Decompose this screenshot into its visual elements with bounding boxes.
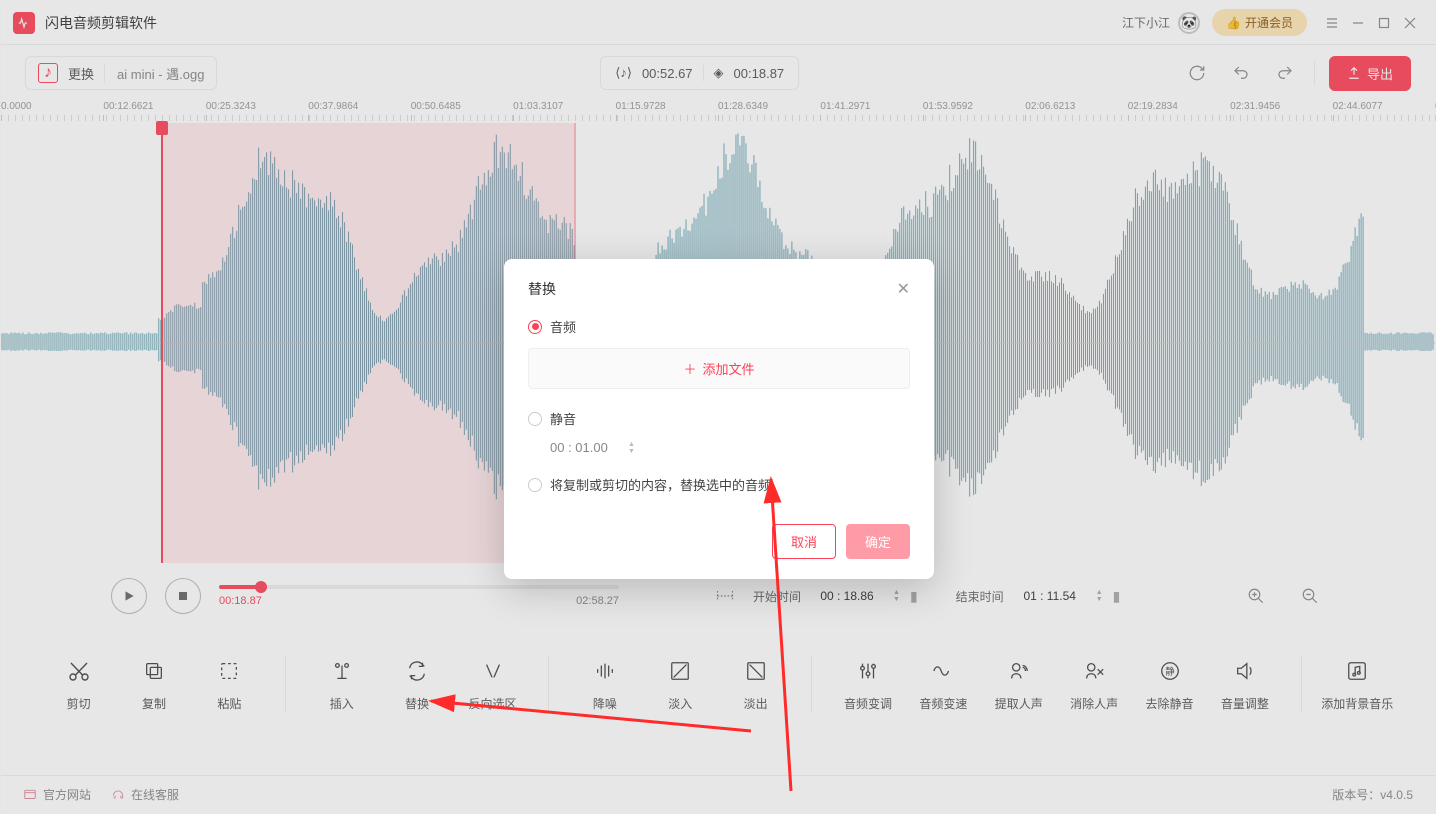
vip-button[interactable]: 👍 开通会员 bbox=[1212, 9, 1307, 36]
remove-silence-icon: 静 bbox=[1159, 657, 1181, 685]
scissors-icon bbox=[67, 657, 91, 685]
tool-fadein[interactable]: 淡入 bbox=[643, 657, 718, 712]
support-link[interactable]: 在线客服 bbox=[111, 786, 179, 803]
replace-modal: 替换 ✕ 音频 ＋ 添加文件 静音 ▲▼ 将复制或剪切的内容，替换选中的音频 取… bbox=[504, 259, 934, 579]
time-indicator: ⟨♪⟩ 00:52.67 ◈ 00:18.87 bbox=[600, 56, 799, 90]
duration-icon: ⟨♪⟩ bbox=[615, 65, 632, 81]
zoom-out-icon[interactable] bbox=[1295, 581, 1325, 611]
end-time-label: 结束时间 bbox=[956, 588, 1004, 605]
fadein-icon bbox=[669, 657, 691, 685]
svg-text:静: 静 bbox=[1165, 665, 1174, 676]
tool-extract-vocal[interactable]: 提取人声 bbox=[981, 657, 1056, 712]
app-title: 闪电音频剪辑软件 bbox=[45, 13, 157, 33]
tool-fadeout[interactable]: 淡出 bbox=[718, 657, 793, 712]
user-name: 江下小江 bbox=[1122, 14, 1170, 31]
total-time: 02:58.27 bbox=[576, 595, 619, 607]
fadeout-icon bbox=[745, 657, 767, 685]
export-label: 导出 bbox=[1367, 64, 1393, 83]
music-note-icon: ♪ bbox=[38, 63, 58, 83]
user-avatar[interactable]: 🐼 bbox=[1178, 12, 1200, 34]
start-spinner[interactable]: ▲▼ bbox=[893, 589, 900, 603]
tool-strip: 剪切 复制 粘贴 插入 替换 反向选区 降噪 淡入 淡出 音频变调 音频变速 提… bbox=[1, 629, 1435, 739]
close-icon[interactable] bbox=[1397, 10, 1423, 36]
radio-icon bbox=[528, 478, 542, 492]
radio-icon bbox=[528, 320, 542, 334]
playhead[interactable] bbox=[161, 123, 163, 563]
time-ruler[interactable]: 0.000000:12.662100:25.324300:37.986400:5… bbox=[1, 101, 1435, 123]
silence-duration-input[interactable] bbox=[550, 440, 620, 455]
tool-insert[interactable]: 插入 bbox=[304, 657, 379, 712]
invert-icon bbox=[482, 657, 504, 685]
app-logo bbox=[13, 12, 35, 34]
tool-denoise[interactable]: 降噪 bbox=[567, 657, 642, 712]
marker-icon: ◈ bbox=[714, 65, 724, 81]
vip-label: 开通会员 bbox=[1245, 14, 1293, 31]
tool-volume[interactable]: 音量调整 bbox=[1207, 657, 1282, 712]
top-toolbar: ♪ 更换 ai mini - 遇.ogg ⟨♪⟩ 00:52.67 ◈ 00:1… bbox=[1, 45, 1435, 101]
titlebar: 闪电音频剪辑软件 江下小江 🐼 👍 开通会员 bbox=[1, 1, 1435, 45]
tool-remove-vocal[interactable]: 消除人声 bbox=[1056, 657, 1131, 712]
progress-bar[interactable]: 00:18.87 02:58.27 bbox=[219, 585, 619, 607]
modal-ok-button[interactable]: 确定 bbox=[846, 524, 910, 559]
bgm-icon bbox=[1346, 657, 1368, 685]
option-clipboard[interactable]: 将复制或剪切的内容，替换选中的音频 bbox=[528, 475, 910, 494]
refresh-icon[interactable] bbox=[1182, 58, 1212, 88]
minimize-icon[interactable] bbox=[1345, 10, 1371, 36]
denoise-icon bbox=[594, 657, 616, 685]
tool-bgm[interactable]: 添加背景音乐 bbox=[1320, 657, 1395, 712]
tool-copy[interactable]: 复制 bbox=[116, 657, 191, 712]
modal-title: 替换 bbox=[528, 279, 556, 299]
redo-icon[interactable] bbox=[1270, 58, 1300, 88]
modal-close-icon[interactable]: ✕ bbox=[897, 279, 910, 299]
tool-replace[interactable]: 替换 bbox=[379, 657, 454, 712]
zoom-in-icon[interactable] bbox=[1241, 581, 1271, 611]
undo-icon[interactable] bbox=[1226, 58, 1256, 88]
extract-vocal-icon bbox=[1008, 657, 1030, 685]
modal-cancel-button[interactable]: 取消 bbox=[772, 524, 836, 559]
playhead-time: 00:18.87 bbox=[734, 66, 785, 81]
end-marker-icon[interactable]: ▮ bbox=[1113, 588, 1121, 605]
play-button[interactable] bbox=[111, 578, 147, 614]
start-marker-icon[interactable]: ▮ bbox=[910, 588, 918, 605]
option-silence[interactable]: 静音 bbox=[528, 409, 910, 428]
copy-icon bbox=[143, 657, 165, 685]
add-file-button[interactable]: ＋ 添加文件 bbox=[528, 348, 910, 389]
version-label: 版本号：v4.0.5 bbox=[1332, 786, 1413, 803]
file-name: ai mini - 遇.ogg bbox=[104, 64, 204, 83]
file-badge[interactable]: ♪ 更换 ai mini - 遇.ogg bbox=[25, 56, 217, 90]
silence-spinner[interactable]: ▲▼ bbox=[628, 441, 635, 455]
selection-range-icon[interactable] bbox=[715, 588, 735, 604]
total-duration: 00:52.67 bbox=[642, 66, 693, 81]
option-audio[interactable]: 音频 bbox=[528, 317, 910, 336]
footer: 官方网站 在线客服 版本号：v4.0.5 bbox=[1, 775, 1435, 813]
tool-remove-silence[interactable]: 静去除静音 bbox=[1132, 657, 1207, 712]
menu-icon[interactable] bbox=[1319, 10, 1345, 36]
paste-icon bbox=[218, 657, 240, 685]
tool-invert-selection[interactable]: 反向选区 bbox=[455, 657, 530, 712]
current-time: 00:18.87 bbox=[219, 595, 262, 607]
end-time-input[interactable] bbox=[1014, 589, 1086, 603]
tool-cut[interactable]: 剪切 bbox=[41, 657, 116, 712]
tool-paste[interactable]: 粘贴 bbox=[192, 657, 267, 712]
radio-icon bbox=[528, 412, 542, 426]
stop-button[interactable] bbox=[165, 578, 201, 614]
start-time-label: 开始时间 bbox=[753, 588, 801, 605]
pitch-icon bbox=[857, 657, 879, 685]
tool-speed[interactable]: 音频变速 bbox=[906, 657, 981, 712]
volume-icon bbox=[1234, 657, 1256, 685]
change-file-label: 更换 bbox=[68, 64, 94, 83]
tool-pitch[interactable]: 音频变调 bbox=[830, 657, 905, 712]
official-site-link[interactable]: 官方网站 bbox=[23, 786, 91, 803]
replace-icon bbox=[406, 657, 428, 685]
maximize-icon[interactable] bbox=[1371, 10, 1397, 36]
end-spinner[interactable]: ▲▼ bbox=[1096, 589, 1103, 603]
export-button[interactable]: 导出 bbox=[1329, 56, 1411, 91]
insert-icon bbox=[331, 657, 353, 685]
remove-vocal-icon bbox=[1083, 657, 1105, 685]
speed-icon bbox=[931, 657, 955, 685]
start-time-input[interactable] bbox=[811, 589, 883, 603]
